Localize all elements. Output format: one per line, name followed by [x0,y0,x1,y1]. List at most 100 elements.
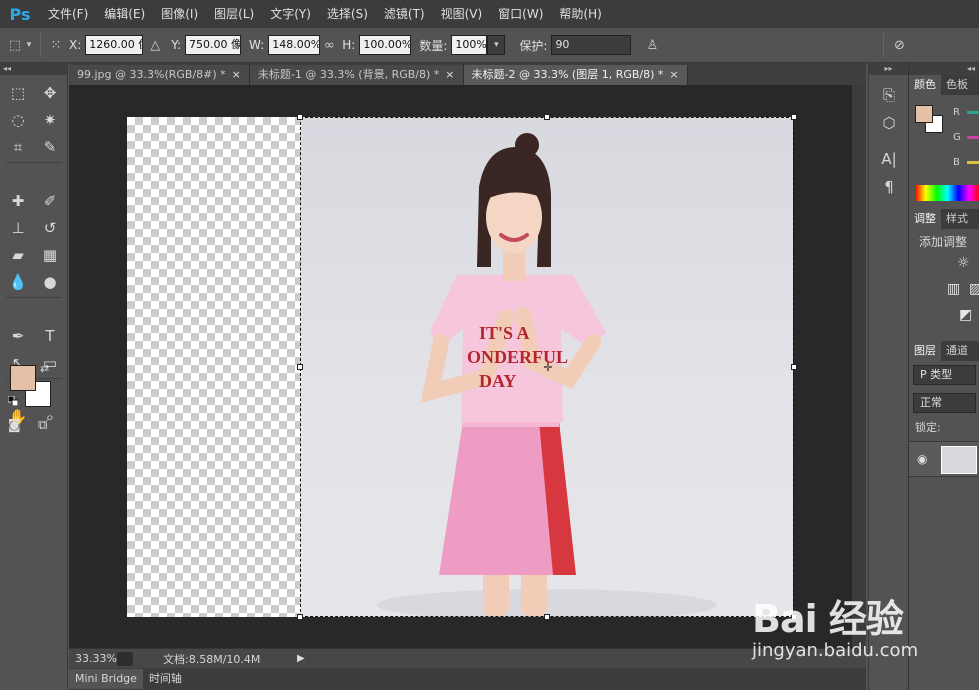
transform-handle-top-right[interactable] [791,114,797,120]
close-icon[interactable]: × [669,65,678,85]
brightness-icon[interactable]: ☼ [957,255,970,271]
channel-g-slider[interactable] [967,136,979,139]
transform-handle-left[interactable] [297,364,303,370]
amount-dropdown-icon[interactable]: ▾ [487,35,506,55]
w-field[interactable]: 148.00% [268,35,321,55]
menu-window[interactable]: 窗口(W) [490,0,551,28]
swap-colors-icon[interactable]: ⇄ [40,362,49,375]
channel-b-slider[interactable] [967,161,979,164]
menu-type[interactable]: 文字(Y) [262,0,319,28]
menu-view[interactable]: 视图(V) [433,0,491,28]
eraser-tool-icon[interactable]: ▰ [2,241,34,268]
foreground-color-swatch[interactable] [915,105,933,123]
transform-handle-top[interactable] [544,114,550,120]
screen-mode-icon[interactable]: ⧉ [38,418,47,433]
tab-mini-bridge[interactable]: Mini Bridge [69,669,143,689]
transform-handle-bottom[interactable] [544,614,550,620]
tools-panel: ◂◂ ⬚ ✥ ◌ ✷ ⌗ ✎ ✚ ✐ ⊥ ↺ ▰ ▦ 💧 ● ✒ T ↖ ▭ ✋… [0,63,68,690]
layer-row[interactable]: ◉ [909,441,979,477]
exposure-icon[interactable]: ◩ [959,307,972,323]
menu-filter[interactable]: 滤镜(T) [376,0,433,28]
tab-99-jpg[interactable]: 99.jpg @ 33.3%(RGB/8#) * × [69,65,250,85]
pen-tool-icon[interactable]: ✒ [2,322,34,349]
channel-g-label: G [953,132,961,143]
tab-label: 未标题-2 @ 33.3% (图层 1, RGB/8) * [471,68,664,81]
cancel-transform-icon[interactable]: ⊘ [890,36,908,54]
quick-mask-icon[interactable]: ◙ [8,418,21,433]
visibility-eye-icon[interactable]: ◉ [917,452,927,466]
menu-image[interactable]: 图像(I) [153,0,206,28]
collapse-arrows-icon[interactable]: ◂◂ [909,63,979,75]
close-icon[interactable]: × [445,65,454,85]
link-icon[interactable]: ∞ [320,36,338,54]
menu-file[interactable]: 文件(F) [40,0,96,28]
zoom-level[interactable]: 33.33% [69,652,117,665]
transform-handle-bottom-right[interactable] [791,614,797,620]
status-menu-arrow-icon[interactable]: ▶ [297,653,305,664]
tab-timeline[interactable]: 时间轴 [143,669,188,689]
divider [6,297,62,298]
channel-r-slider[interactable] [967,111,979,114]
history-panel-icon[interactable]: ⎘ [869,81,909,109]
crosshair-icon[interactable]: ✛ [542,362,554,374]
tab-layers[interactable]: 图层 [909,341,941,361]
tab-adjustments[interactable]: 调整 [909,209,941,229]
menu-edit[interactable]: 编辑(E) [96,0,153,28]
chevron-down-icon[interactable]: ▾ [24,36,34,54]
paragraph-panel-icon[interactable]: ¶ [869,173,909,201]
type-tool-icon[interactable]: T [34,322,66,349]
tab-untitled-1[interactable]: 未标题-1 @ 33.3% (背景, RGB/8) * × [249,65,464,85]
transform-handle-bottom-left[interactable] [297,614,303,620]
reference-point-icon[interactable]: ⁙ [47,36,65,54]
transparent-area[interactable] [127,117,301,617]
amount-field[interactable]: 100% [451,35,488,55]
eyedropper-icon[interactable]: ✎ [34,133,66,160]
dodge-tool-icon[interactable]: ● [34,268,66,295]
healing-brush-icon[interactable]: ✚ [2,187,34,214]
protect-skin-icon[interactable]: ♙ [643,36,661,54]
tool-preset-icon[interactable]: ⬚ [6,36,24,54]
vertical-scrollbar[interactable] [852,85,866,648]
y-field[interactable]: 750.00 像素 [185,35,242,55]
3d-panel-icon[interactable]: ⬡ [869,109,909,137]
crop-tool-icon[interactable]: ⌗ [2,133,34,160]
stamp-tool-icon[interactable]: ⊥ [2,214,34,241]
brush-tool-icon[interactable]: ✐ [34,187,66,214]
close-icon[interactable]: × [232,65,241,85]
tab-channels[interactable]: 通道 [941,341,973,361]
marquee-tool-icon[interactable]: ⬚ [2,79,34,106]
tab-untitled-2[interactable]: 未标题-2 @ 33.3% (图层 1, RGB/8) * × [463,65,688,85]
menu-help[interactable]: 帮助(H) [551,0,609,28]
lasso-tool-icon[interactable]: ◌ [2,106,34,133]
channel-r-label: R [953,107,960,118]
divider [6,162,62,163]
character-panel-icon[interactable]: A| [869,145,909,173]
menu-select[interactable]: 选择(S) [319,0,376,28]
foreground-color-swatch[interactable] [10,365,36,391]
blend-mode-select[interactable]: 正常 [913,393,976,413]
history-brush-icon[interactable]: ↺ [34,214,66,241]
blur-tool-icon[interactable]: 💧 [2,268,34,295]
magic-wand-icon[interactable]: ✷ [34,106,66,133]
x-field[interactable]: 1260.00 像 [85,35,144,55]
protect-select[interactable]: 90 [551,35,632,55]
menu-layer[interactable]: 图层(L) [206,0,262,28]
tab-swatches[interactable]: 色板 [941,75,973,95]
default-colors-icon[interactable] [8,396,18,406]
transform-handle-right[interactable] [791,364,797,370]
delta-icon[interactable]: △ [146,36,164,54]
transform-handle-top-left[interactable] [297,114,303,120]
h-field[interactable]: 100.00% [359,35,412,55]
tab-color[interactable]: 颜色 [909,75,941,95]
layer-kind-filter[interactable]: P 类型 [913,365,976,385]
status-info-icon[interactable] [117,651,133,666]
curves-icon[interactable]: ▨ [969,281,979,297]
tab-styles[interactable]: 样式 [941,209,973,229]
collapse-arrows-icon[interactable]: ▸▸ [869,63,908,75]
color-spectrum[interactable] [915,185,979,201]
move-tool-icon[interactable]: ✥ [34,79,66,106]
collapse-arrows-icon[interactable]: ◂◂ [0,63,67,75]
gradient-tool-icon[interactable]: ▦ [34,241,66,268]
levels-icon[interactable]: ▥ [947,281,960,297]
rectangle-tool-icon[interactable]: ▭ [34,349,66,376]
